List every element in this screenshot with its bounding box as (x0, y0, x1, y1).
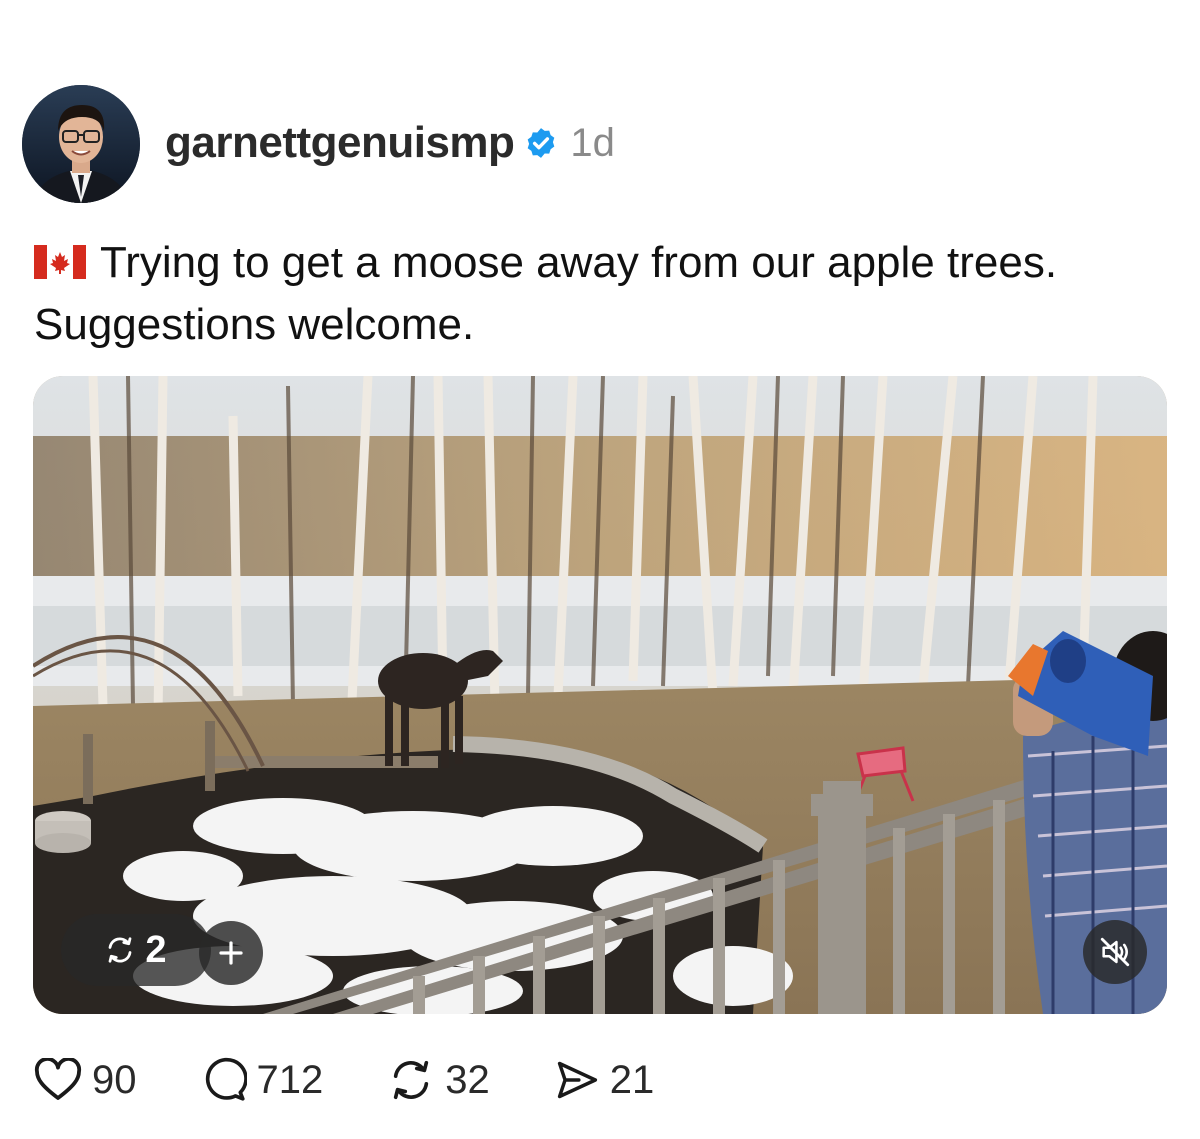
video-frame-image (33, 376, 1167, 1014)
comment-button[interactable]: 712 (201, 1057, 324, 1103)
repost-icon (394, 1060, 429, 1100)
thread-post: garnettgenuismp 1d Trying to get a moose… (0, 0, 1200, 1139)
post-timestamp: 1d (570, 120, 615, 165)
send-icon (557, 1061, 597, 1099)
post-action-bar: 90 712 32 21 (34, 1050, 718, 1110)
comment-count: 712 (256, 1057, 324, 1102)
media-repost-counter[interactable]: 2 (61, 914, 211, 986)
post-video[interactable]: 2 (33, 376, 1167, 1014)
heart-icon (34, 1058, 82, 1100)
avatar[interactable] (22, 85, 140, 203)
canada-flag-icon (34, 245, 86, 279)
like-count: 90 (92, 1057, 137, 1102)
avatar-image (22, 85, 140, 203)
post-caption: Trying to get a moose away from our appl… (34, 232, 1164, 356)
post-header: garnettgenuismp 1d (165, 113, 615, 173)
verified-badge-icon (528, 128, 555, 158)
comment-icon (205, 1057, 247, 1101)
repost-count: 32 (445, 1057, 490, 1102)
mute-toggle-button[interactable] (1083, 920, 1147, 984)
caption-text: Trying to get a moose away from our appl… (34, 238, 1058, 349)
share-count: 21 (609, 1057, 655, 1102)
plus-icon (219, 941, 243, 965)
media-repost-count: 2 (145, 928, 167, 971)
add-button[interactable] (199, 921, 263, 985)
repost-icon (109, 937, 132, 963)
speaker-muted-icon (1100, 937, 1130, 967)
username-link[interactable]: garnettgenuismp (165, 118, 515, 168)
share-button[interactable]: 21 (554, 1057, 655, 1103)
repost-button[interactable]: 32 (387, 1057, 490, 1103)
like-button[interactable]: 90 (34, 1058, 137, 1103)
